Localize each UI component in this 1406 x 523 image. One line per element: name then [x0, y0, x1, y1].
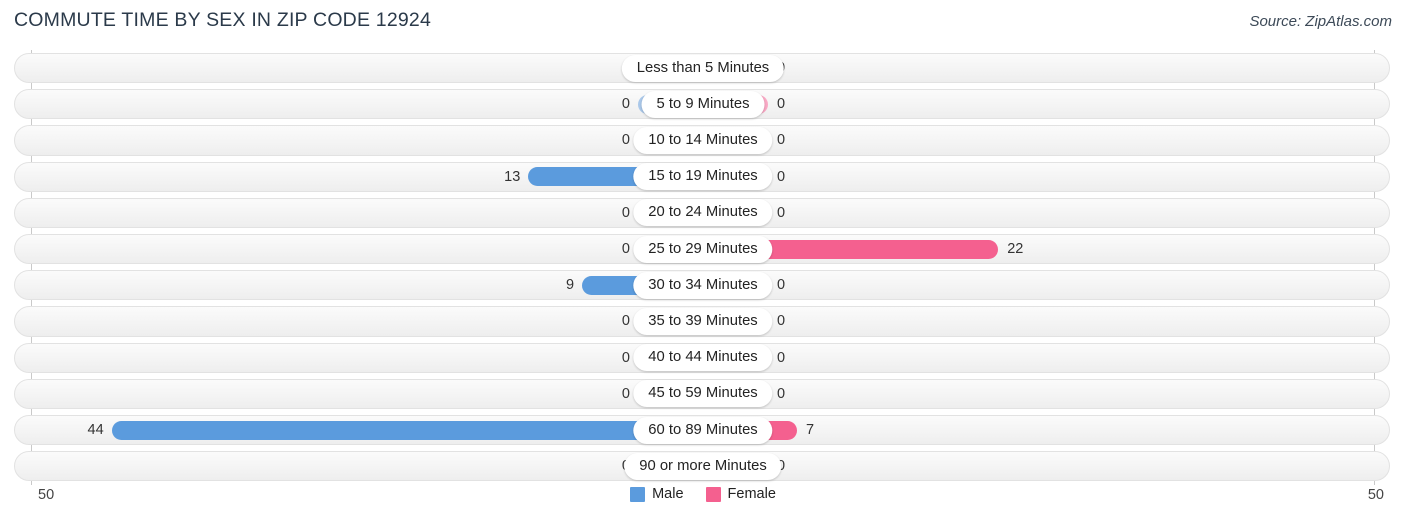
value-label-male: 0 — [621, 96, 630, 113]
bar-row: 00Less than 5 Minutes — [0, 50, 1406, 86]
value-label-female: 0 — [777, 277, 786, 294]
value-label-male: 0 — [621, 132, 630, 149]
source-attribution: Source: ZipAtlas.com — [1249, 13, 1392, 30]
legend-item[interactable]: Male — [630, 486, 684, 502]
bar-row: 0 0 35 to 39 Minutes — [0, 303, 1406, 339]
category-label: Less than 5 Minutes — [621, 54, 785, 82]
bar-row: 0090 or more Minutes — [0, 448, 1406, 484]
value-label-male: 0 — [621, 349, 630, 366]
category-label: 90 or more Minutes — [624, 452, 782, 480]
category-label: 35 to 39 Minutes — [633, 307, 773, 335]
category-label: 5 to 9 Minutes — [641, 90, 765, 118]
value-label-female: 0 — [777, 349, 786, 366]
bar-row: 0 0 40 to 44 Minutes — [0, 340, 1406, 376]
bar-row: 44 7 60 to 89 Minutes — [0, 412, 1406, 448]
bar-row: 9 0 30 to 34 Minutes — [0, 267, 1406, 303]
bar-male — [111, 420, 703, 440]
bar-row: 0 0 5 to 9 Minutes — [0, 86, 1406, 122]
plot-area: 00Less than 5 Minutes005 to 9 Minutes001… — [0, 50, 1406, 485]
page-title: COMMUTE TIME BY SEX IN ZIP CODE 12924 — [14, 9, 432, 31]
bar-row: 0 22 25 to 29 Minutes — [0, 231, 1406, 267]
category-label: 25 to 29 Minutes — [633, 235, 773, 263]
bar-row: 0 0 10 to 14 Minutes — [0, 122, 1406, 158]
value-label-female: 0 — [777, 204, 786, 221]
legend-item-label: Female — [727, 486, 776, 502]
value-label-male: 0 — [621, 204, 630, 221]
commute-time-bar-chart: COMMUTE TIME BY SEX IN ZIP CODE 12924 So… — [0, 0, 1406, 523]
bar-row: 0 0 20 to 24 Minutes — [0, 195, 1406, 231]
category-label: 45 to 59 Minutes — [633, 380, 773, 408]
bar-row: 13 0 15 to 19 Minutes — [0, 159, 1406, 195]
legend-item-label: Male — [652, 486, 684, 502]
bar-row: 0 0 45 to 59 Minutes — [0, 376, 1406, 412]
category-label: 30 to 34 Minutes — [633, 271, 773, 299]
legend-item[interactable]: Female — [705, 486, 776, 502]
value-label-male: 0 — [621, 385, 630, 402]
value-label-male: 9 — [565, 277, 575, 294]
category-label: 60 to 89 Minutes — [633, 416, 773, 444]
value-label-female: 0 — [777, 168, 786, 185]
category-label: 20 to 24 Minutes — [633, 199, 773, 227]
legend-swatch-icon — [630, 486, 646, 502]
value-label-female: 7 — [805, 422, 815, 438]
value-label-female: 22 — [1007, 241, 1024, 257]
legend-swatch-icon — [705, 486, 721, 502]
chart-legend: Male Female — [0, 486, 1406, 502]
category-label: 10 to 14 Minutes — [633, 126, 773, 154]
value-label-female: 0 — [777, 96, 786, 113]
value-label-female: 0 — [777, 132, 786, 149]
category-label: 15 to 19 Minutes — [633, 163, 773, 191]
value-label-female: 0 — [777, 313, 786, 330]
category-label: 40 to 44 Minutes — [633, 344, 773, 372]
value-label-female: 0 — [777, 385, 786, 402]
value-label-male: 13 — [504, 168, 521, 185]
value-label-male: 0 — [621, 241, 630, 257]
value-label-male: 44 — [87, 422, 104, 438]
chart-footer: 50 50 Male Female — [0, 485, 1406, 523]
value-label-male: 0 — [621, 313, 630, 330]
